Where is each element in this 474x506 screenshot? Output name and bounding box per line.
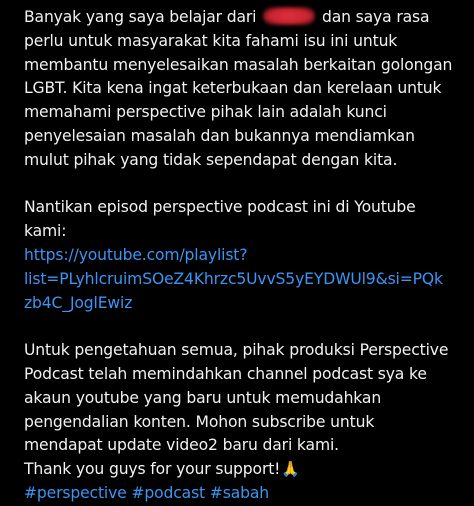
post-text-line: membantu menyelesaikan masalah berkaitan… <box>24 55 453 74</box>
post-text-line: Nantikan episod perspective podcast ini … <box>24 198 416 217</box>
post-text-line: mulut pihak yang tidak sependapat dengan… <box>24 150 398 169</box>
redacted-name-mark <box>263 7 316 25</box>
post-text-line: Untuk pengetahuan semua, pihak produksi … <box>24 341 449 360</box>
hashtag-links[interactable]: #perspective #podcast #sabah <box>24 482 470 506</box>
post-text-line: Thank you guys for your support!🙏 <box>24 458 470 482</box>
post-text-line: Podcast telah memindahkan channel podcas… <box>24 364 427 383</box>
post-text-line: perlu untuk masyarakat kita fahami isu i… <box>24 31 398 50</box>
post-text-line: penyelesaian masalah dan bukannya mendia… <box>24 126 415 145</box>
post-text-line: mendapat update video2 baru dari kami. <box>24 436 339 455</box>
post-text-line: akaun youtube yang baru untuk memudahkan <box>24 388 382 407</box>
post-text-line: kami: <box>24 222 67 241</box>
praying-hands-icon: 🙏 <box>281 460 300 479</box>
youtube-playlist-link[interactable]: https://youtube.com/playlist? <box>24 244 470 268</box>
youtube-playlist-link[interactable]: list=PLyhlcruimSOeZ4Khrzc5UvvS5yEYDWUl9&… <box>24 268 470 292</box>
post-text-segment: Thank you guys for your support! <box>24 460 281 479</box>
post-text-segment: dan saya rasa <box>321 8 430 26</box>
youtube-playlist-link[interactable]: zb4C_JoglEwiz <box>24 292 470 316</box>
post-text-line: LGBT. Kita kena ingat keterbukaan dan ke… <box>24 79 442 98</box>
post-text-segment: Banyak yang saya belajar dari <box>24 8 257 26</box>
post-text-line: memahami perspective pihak lain adalah k… <box>24 103 387 122</box>
post-text-line: Banyak yang saya belajar dari dan saya r… <box>24 6 470 30</box>
